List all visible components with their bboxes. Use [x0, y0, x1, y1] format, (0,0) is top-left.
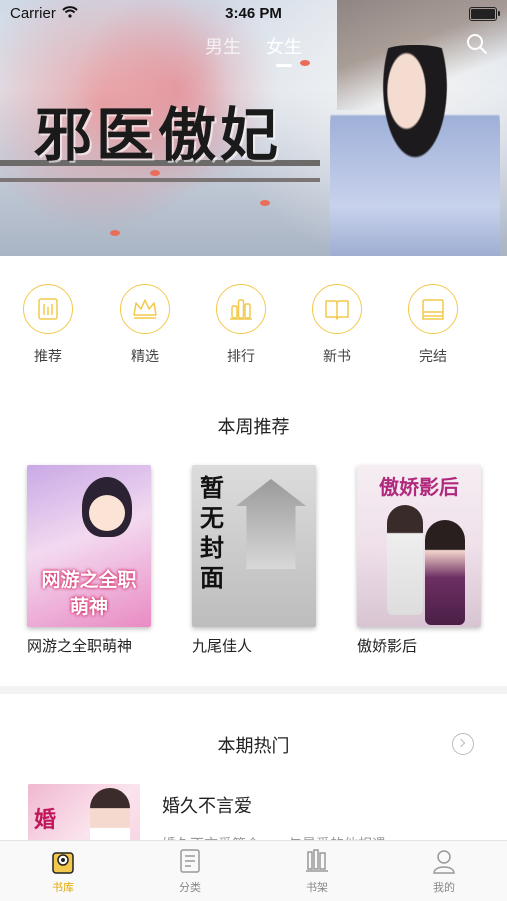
tab-bar: 书库 分类 书架 我的	[0, 840, 507, 901]
gender-tabs: 男生 女生	[0, 33, 507, 67]
status-bar: Carrier 3:46 PM	[0, 0, 507, 28]
chevron-right-icon[interactable]	[452, 733, 474, 755]
bookshelf-icon	[303, 847, 331, 875]
category-label: 排行	[227, 349, 255, 365]
petal	[110, 230, 120, 236]
petal	[300, 60, 310, 66]
tab-category[interactable]: 分类	[127, 847, 253, 895]
category-finished[interactable]: 完结	[398, 284, 468, 366]
category-ranking[interactable]: 排行	[206, 284, 276, 366]
recommend-icon	[23, 284, 73, 334]
book-cover: 暂无封面	[192, 465, 316, 627]
book-card[interactable]: 网游之全职萌神 网游之全职萌神	[27, 465, 177, 656]
cover-text: 网游之全职萌神	[41, 569, 137, 618]
cover-text: 傲娇影后	[379, 475, 459, 499]
crown-icon	[120, 284, 170, 334]
book-title: 网游之全职萌神	[27, 637, 133, 655]
open-book-icon	[312, 284, 362, 334]
profile-icon	[430, 847, 458, 875]
petal	[260, 200, 270, 206]
search-icon[interactable]	[465, 32, 489, 56]
cover-woman	[425, 520, 465, 625]
cover-pagoda	[236, 479, 306, 569]
category-label: 精选	[131, 349, 159, 365]
clock: 3:46 PM	[225, 5, 282, 22]
category-label: 新书	[323, 349, 351, 365]
tab-label: 分类	[179, 881, 201, 894]
hot-book-title: 婚久不言爱	[162, 796, 252, 817]
battery-icon	[469, 7, 500, 21]
book-card[interactable]: 暂无封面 九尾佳人	[192, 465, 342, 656]
library-icon	[49, 847, 77, 875]
banner-figure	[330, 45, 500, 256]
book-cover: 网游之全职萌神	[27, 465, 151, 627]
category-nav: 推荐 精选 排行 新书 完结	[0, 284, 507, 374]
tab-library[interactable]: 书库	[0, 847, 126, 895]
book-cover: 傲娇影后	[357, 465, 481, 627]
tab-female[interactable]: 女生	[266, 33, 302, 67]
hot-section-title: 本期热门	[217, 736, 290, 757]
cover-face	[89, 495, 125, 531]
category-featured[interactable]: 精选	[110, 284, 180, 366]
tab-bookshelf[interactable]: 书架	[254, 847, 380, 895]
banner-title: 邪医傲妃	[34, 101, 283, 169]
book-title: 傲娇影后	[357, 637, 418, 655]
category-recommend[interactable]: 推荐	[13, 284, 83, 366]
book-title: 九尾佳人	[192, 637, 253, 655]
category-icon	[176, 847, 204, 875]
tab-profile[interactable]: 我的	[381, 847, 507, 895]
section-divider	[0, 686, 507, 694]
finished-book-icon	[408, 284, 458, 334]
category-label: 完结	[419, 349, 447, 365]
hero-banner[interactable]: 邪医傲妃 Carrier 3:46 PM 男生 女生	[0, 0, 507, 256]
tab-male[interactable]: 男生	[205, 33, 241, 59]
weekly-section-title: 本周推荐	[217, 417, 290, 438]
hot-cover-glyph: 婚	[34, 808, 57, 833]
category-new[interactable]: 新书	[302, 284, 372, 366]
tab-label: 我的	[433, 881, 455, 894]
hot-list-item[interactable]: 婚 婚久不言爱 婚久不言爱简介……与最爱的他相遇	[28, 784, 488, 854]
category-label: 推荐	[34, 349, 62, 365]
cover-man	[387, 505, 423, 615]
tab-label: 书库	[52, 881, 74, 894]
tab-label: 书架	[306, 881, 328, 894]
ranking-icon	[216, 284, 266, 334]
cover-text: 暂无封面	[200, 473, 224, 592]
book-card[interactable]: 傲娇影后 傲娇影后	[357, 465, 507, 656]
